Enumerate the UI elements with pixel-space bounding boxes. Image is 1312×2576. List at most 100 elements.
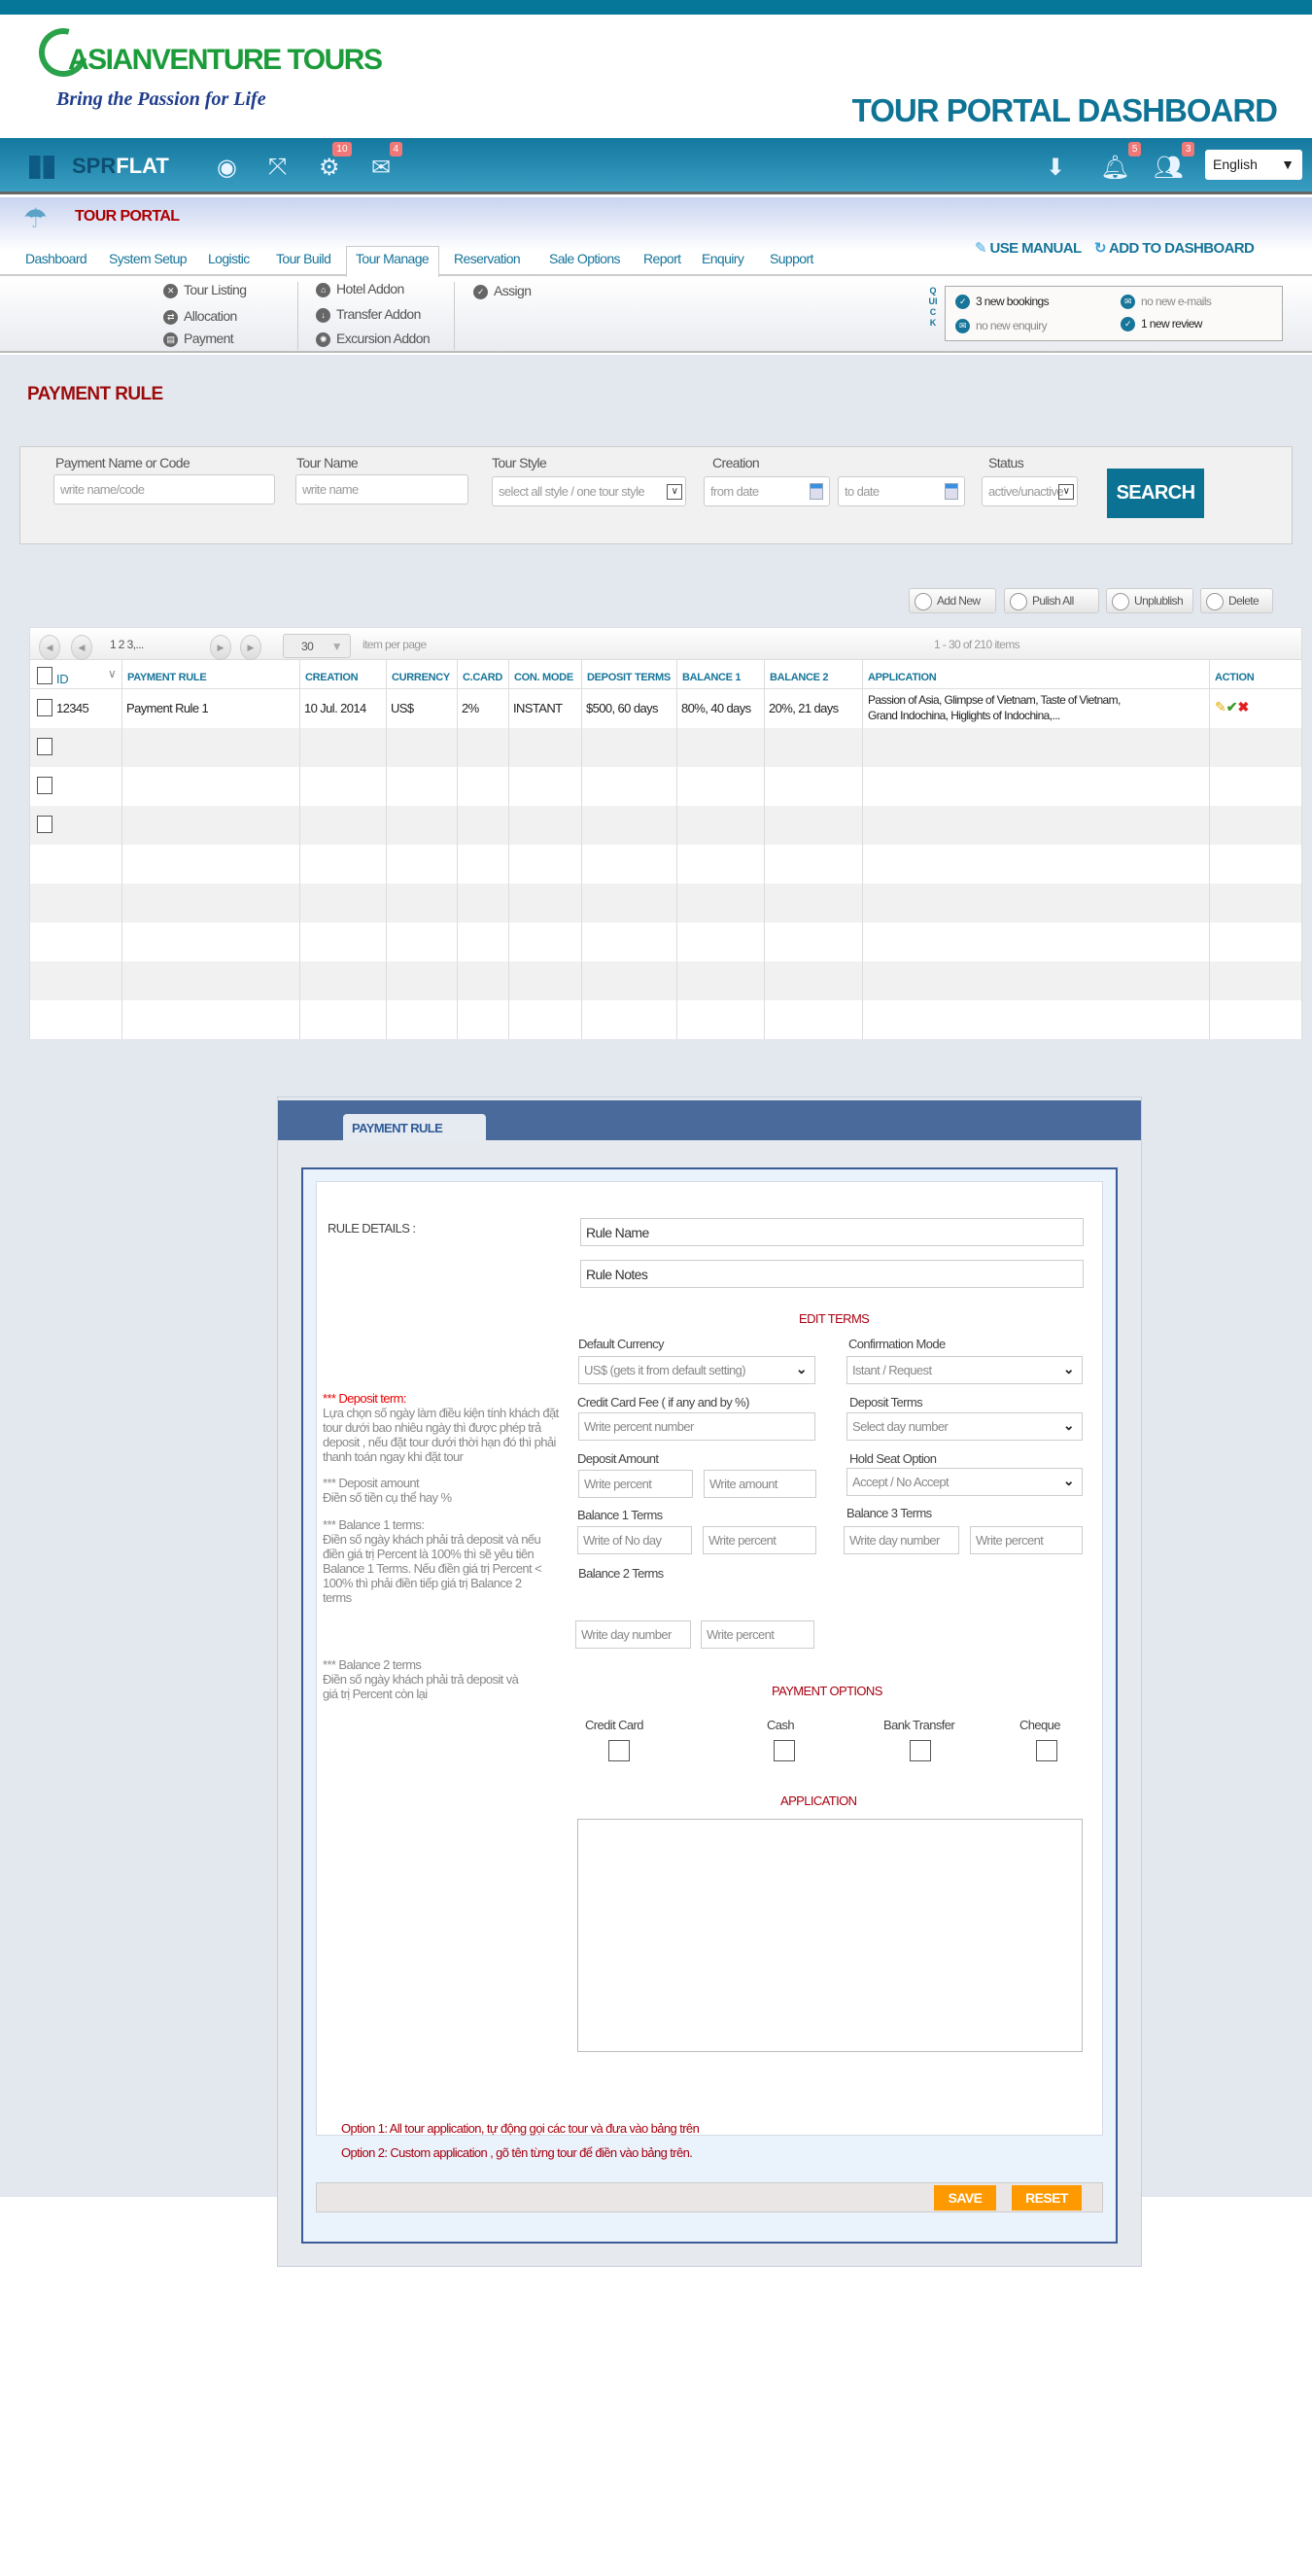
status-select[interactable]: active/unactive ∨	[982, 476, 1078, 506]
confirmation-mode-select[interactable]: Istant / Request ⌄	[846, 1356, 1083, 1384]
table-row[interactable]	[30, 767, 1301, 806]
tab-support[interactable]: Support	[770, 251, 813, 266]
to-date-input[interactable]: to date	[838, 476, 965, 506]
calendar-icon[interactable]	[810, 483, 823, 500]
calendar-icon[interactable]	[945, 483, 958, 500]
quick-review[interactable]: ✓ 1 new review	[1121, 317, 1202, 332]
quick-emails[interactable]: ✉ no new e-mails	[1121, 295, 1212, 310]
quick-bookings[interactable]: ✓ 3 new bookings	[955, 295, 1050, 310]
balance2-percent-input[interactable]: Write percent	[701, 1620, 814, 1649]
balance2-day-input[interactable]: Write day number	[575, 1620, 691, 1649]
bank-transfer-checkbox[interactable]	[910, 1740, 931, 1761]
application-textarea[interactable]	[577, 1819, 1083, 2052]
credit-card-checkbox[interactable]	[608, 1740, 630, 1761]
deposit-percent-input[interactable]: Write percent	[578, 1470, 693, 1498]
reset-button[interactable]: RESET	[1012, 2185, 1082, 2210]
submenu-assign[interactable]: ✓ Assign	[473, 283, 532, 299]
tab-logistic[interactable]: Logistic	[208, 251, 250, 266]
per-page-select[interactable]: 30 ▼	[283, 634, 351, 658]
tour-name-input[interactable]: write name	[295, 474, 468, 505]
row-checkbox[interactable]	[37, 777, 52, 794]
search-button[interactable]: SEARCH	[1107, 469, 1204, 518]
bell-icon[interactable]: 🔔︎ 5	[1100, 142, 1142, 182]
table-row[interactable]	[30, 845, 1301, 884]
sort-icon[interactable]: ∨	[108, 667, 117, 680]
table-row[interactable]	[30, 728, 1301, 767]
column-header-currency[interactable]: CURRENCY	[392, 672, 450, 683]
unpublish-button[interactable]: Unplublish	[1106, 588, 1193, 613]
delete-icon[interactable]: ✖	[1237, 699, 1249, 714]
column-header-con-mode[interactable]: CON. MODE	[514, 672, 573, 683]
tab-payment-rule[interactable]: PAYMENT RULE	[343, 1114, 486, 1140]
back-icon[interactable]: ◉	[217, 154, 237, 182]
column-header-application[interactable]: APPLICATION	[868, 672, 937, 683]
default-currency-select[interactable]: US$ (gets it from default setting) ⌄	[578, 1356, 815, 1384]
row-checkbox[interactable]	[37, 816, 52, 833]
submenu-excursion-addon[interactable]: ✺ Excursion Addon	[316, 331, 431, 347]
table-row[interactable]	[30, 884, 1301, 922]
tab-sale-options[interactable]: Sale Options	[549, 251, 621, 266]
select-all-checkbox[interactable]	[37, 667, 52, 684]
row-checkbox[interactable]	[37, 699, 52, 716]
rule-notes-input[interactable]: Rule Notes	[580, 1260, 1084, 1288]
quick-enquiry[interactable]: ✉ no new enquiry	[955, 319, 1048, 334]
submenu-tour-listing[interactable]: ✕ Tour Listing	[163, 282, 247, 298]
table-row[interactable]	[30, 806, 1301, 845]
publish-all-button[interactable]: Pulish All	[1004, 588, 1099, 613]
save-button[interactable]: SAVE	[934, 2185, 996, 2210]
submenu-hotel-addon[interactable]: ⌂ Hotel Addon	[316, 281, 404, 297]
submenu-allocation[interactable]: ⇄ Allocation	[163, 308, 237, 325]
deposit-amount-input[interactable]: Write amount	[704, 1470, 816, 1498]
column-header-id[interactable]: ID	[56, 672, 69, 686]
tab-report[interactable]: Report	[643, 251, 681, 266]
column-header-creation[interactable]: CREATION	[305, 672, 359, 683]
column-header-payment-rule[interactable]: PAYMENT RULE	[127, 672, 207, 683]
tab-reservation[interactable]: Reservation	[454, 251, 521, 266]
deposit-terms-select[interactable]: Select day number ⌄	[846, 1412, 1083, 1441]
delete-button[interactable]: Delete	[1200, 588, 1273, 613]
tab-system-setup[interactable]: System Setup	[109, 251, 188, 266]
name-input[interactable]: write name/code	[53, 474, 275, 505]
ccfee-input[interactable]: Write percent number	[578, 1412, 815, 1441]
tour-style-select[interactable]: select all style / one tour style ∨	[492, 476, 686, 506]
tab-enquiry[interactable]: Enquiry	[702, 251, 744, 266]
add-to-dashboard-link[interactable]: ↻ ADD TO DASHBOARD	[1094, 239, 1255, 257]
submenu-payment[interactable]: ▤ Payment	[163, 331, 234, 347]
balance1-day-input[interactable]: Write of No day	[577, 1526, 692, 1554]
fullscreen-icon[interactable]: ⤧	[268, 154, 287, 181]
cheque-checkbox[interactable]	[1036, 1740, 1057, 1761]
rule-name-input[interactable]: Rule Name	[580, 1218, 1084, 1246]
users-icon[interactable]: 👥︎ 3	[1154, 142, 1195, 182]
edit-icon[interactable]: ✎	[1215, 699, 1226, 714]
next-page-icon[interactable]: ▶	[210, 635, 231, 660]
brand[interactable]: SPRFLAT	[72, 154, 169, 179]
language-select[interactable]: English ▼	[1205, 150, 1302, 180]
submenu-transfer-addon[interactable]: ↓ Transfer Addon	[316, 306, 421, 323]
column-header-balance-2[interactable]: BALANCE 2	[770, 672, 829, 683]
tab-dashboard[interactable]: Dashboard	[25, 251, 87, 266]
use-manual-link[interactable]: ✎ USE MANUAL	[975, 239, 1082, 257]
table-row[interactable]	[30, 1000, 1301, 1039]
tab-tour-build[interactable]: Tour Build	[276, 251, 331, 266]
table-row[interactable]	[30, 922, 1301, 961]
column-header-c-card[interactable]: C.CARD	[463, 672, 502, 683]
add-new-button[interactable]: Add New	[909, 588, 996, 613]
from-date-input[interactable]: from date	[704, 476, 830, 506]
tab-tour-manage[interactable]: Tour Manage	[356, 251, 430, 266]
column-header-action[interactable]: ACTION	[1215, 672, 1255, 683]
balance3-percent-input[interactable]: Write percent	[970, 1526, 1083, 1554]
prev-page-icon[interactable]: ◀	[71, 635, 92, 660]
last-page-icon[interactable]: ▶	[240, 635, 261, 660]
first-page-icon[interactable]: ◀	[39, 635, 60, 660]
mail-icon[interactable]: ✉ 4	[371, 142, 403, 182]
column-header-deposit-terms[interactable]: DEPOSIT TERMS	[587, 672, 671, 683]
page-numbers[interactable]: 1 2 3,...	[110, 638, 144, 651]
cash-checkbox[interactable]	[774, 1740, 795, 1761]
table-row[interactable]	[30, 961, 1301, 1000]
balance3-day-input[interactable]: Write day number	[844, 1526, 959, 1554]
hold-seat-select[interactable]: Accept / No Accept ⌄	[846, 1468, 1083, 1496]
balance1-percent-input[interactable]: Write percent	[703, 1526, 816, 1554]
logo[interactable]: ASIANVENTURE TOURS Bring the Passion for…	[29, 18, 398, 110]
download-icon[interactable]: ⬇	[1046, 154, 1065, 182]
approve-icon[interactable]: ✔	[1226, 699, 1238, 714]
